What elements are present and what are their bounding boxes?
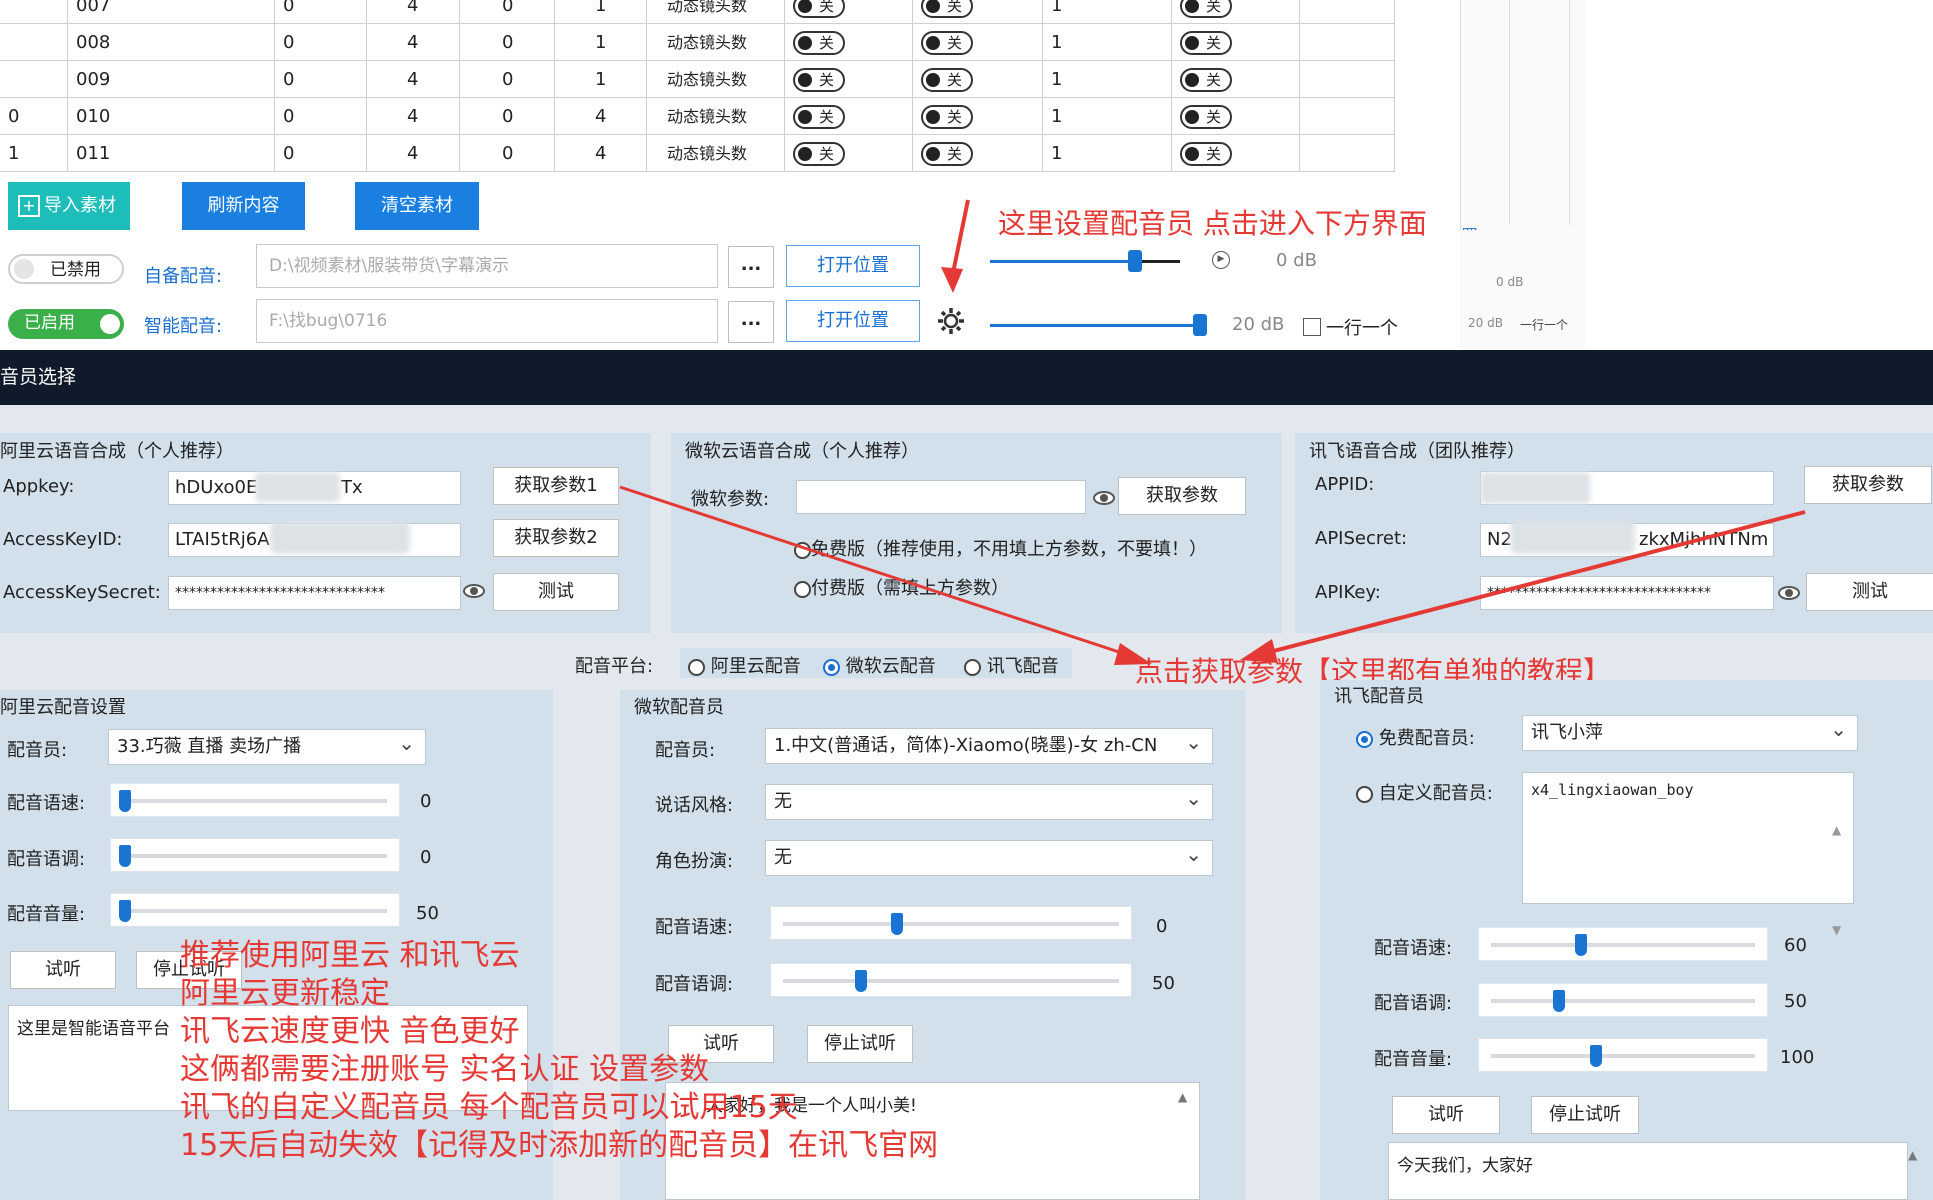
- ali-volume-label: 配音音量:: [7, 904, 86, 925]
- xf-play-button[interactable]: 试听: [1392, 1096, 1500, 1134]
- ms-pitch-label: 配音语调:: [655, 974, 734, 995]
- xf-text-area[interactable]: 今天我们，大家好: [1388, 1142, 1908, 1200]
- ms-pitch-slider[interactable]: [770, 963, 1132, 997]
- xf-volume-label: 配音音量:: [1374, 1049, 1453, 1070]
- aliyun-settings-title: 阿里云配音设置: [0, 697, 126, 718]
- annotation-note: 15天后自动失效【记得及时添加新的配音员】在讯飞官网: [180, 1128, 939, 1163]
- xf-free-voice-select[interactable]: 讯飞小萍: [1522, 715, 1858, 751]
- xf-speed-label: 配音语速:: [1374, 938, 1453, 959]
- ali-pitch-slider[interactable]: [110, 838, 400, 872]
- annotation-arrows: [619, 485, 1806, 665]
- xf-settings-title: 讯飞配音员: [1334, 686, 1424, 707]
- xf-stop-button[interactable]: 停止试听: [1531, 1096, 1639, 1134]
- xf-free-radio[interactable]: [1356, 730, 1373, 748]
- ms-style-select[interactable]: 无: [765, 784, 1213, 820]
- xf-pitch-value: 50: [1784, 991, 1807, 1012]
- ms-style-label: 说话风格:: [655, 795, 734, 816]
- xf-speed-value: 60: [1784, 935, 1807, 956]
- ali-pitch-value: 0: [420, 847, 432, 868]
- ms-stop-button[interactable]: 停止试听: [807, 1025, 913, 1063]
- ms-role-select[interactable]: 无: [765, 840, 1213, 876]
- xf-custom-voice-input[interactable]: x4_lingxiaowan_boy: [1522, 772, 1854, 904]
- xf-pitch-slider[interactable]: [1478, 983, 1768, 1017]
- xf-volume-value: 100: [1780, 1047, 1815, 1068]
- ali-pitch-label: 配音语调:: [7, 849, 86, 870]
- ms-speed-label: 配音语速:: [655, 917, 734, 938]
- xf-free-option[interactable]: 免费配音员:: [1356, 724, 1475, 750]
- ms-voice-select[interactable]: 1.中文(普通话，简体)-Xiaomo(晓墨)-女 zh-CN: [765, 728, 1213, 764]
- ali-play-button[interactable]: 试听: [10, 951, 116, 989]
- ms-speed-slider[interactable]: [770, 906, 1132, 940]
- ali-voice-label: 配音员:: [7, 740, 68, 761]
- xf-custom-label: 自定义配音员:: [1378, 783, 1493, 804]
- ali-volume-slider[interactable]: [110, 893, 400, 927]
- xf-text-scrollbar[interactable]: ▲: [1908, 1148, 1922, 1168]
- xf-free-label: 免费配音员:: [1378, 728, 1475, 749]
- xf-pitch-label: 配音语调:: [1374, 993, 1453, 1014]
- ms-settings-title: 微软配音员: [634, 697, 724, 718]
- ms-role-label: 角色扮演:: [655, 851, 734, 872]
- ali-speed-value: 0: [420, 791, 432, 812]
- ali-voice-select[interactable]: 33.巧薇 直播 卖场广播: [108, 729, 426, 765]
- ali-volume-value: 50: [416, 903, 439, 924]
- xf-custom-scrollbar[interactable]: ▲ ▼: [1832, 780, 1846, 937]
- ms-voice-label: 配音员:: [655, 740, 716, 761]
- xf-custom-option[interactable]: 自定义配音员:: [1356, 779, 1493, 805]
- xf-volume-slider[interactable]: [1478, 1038, 1768, 1072]
- ms-speed-value: 0: [1156, 916, 1168, 937]
- ali-speed-label: 配音语速:: [7, 793, 86, 814]
- xf-speed-slider[interactable]: [1478, 927, 1768, 961]
- xf-custom-radio[interactable]: [1356, 785, 1373, 803]
- ms-text-scrollbar[interactable]: ▲: [1178, 1090, 1192, 1110]
- ms-pitch-value: 50: [1152, 973, 1175, 994]
- ali-speed-slider[interactable]: [110, 783, 400, 817]
